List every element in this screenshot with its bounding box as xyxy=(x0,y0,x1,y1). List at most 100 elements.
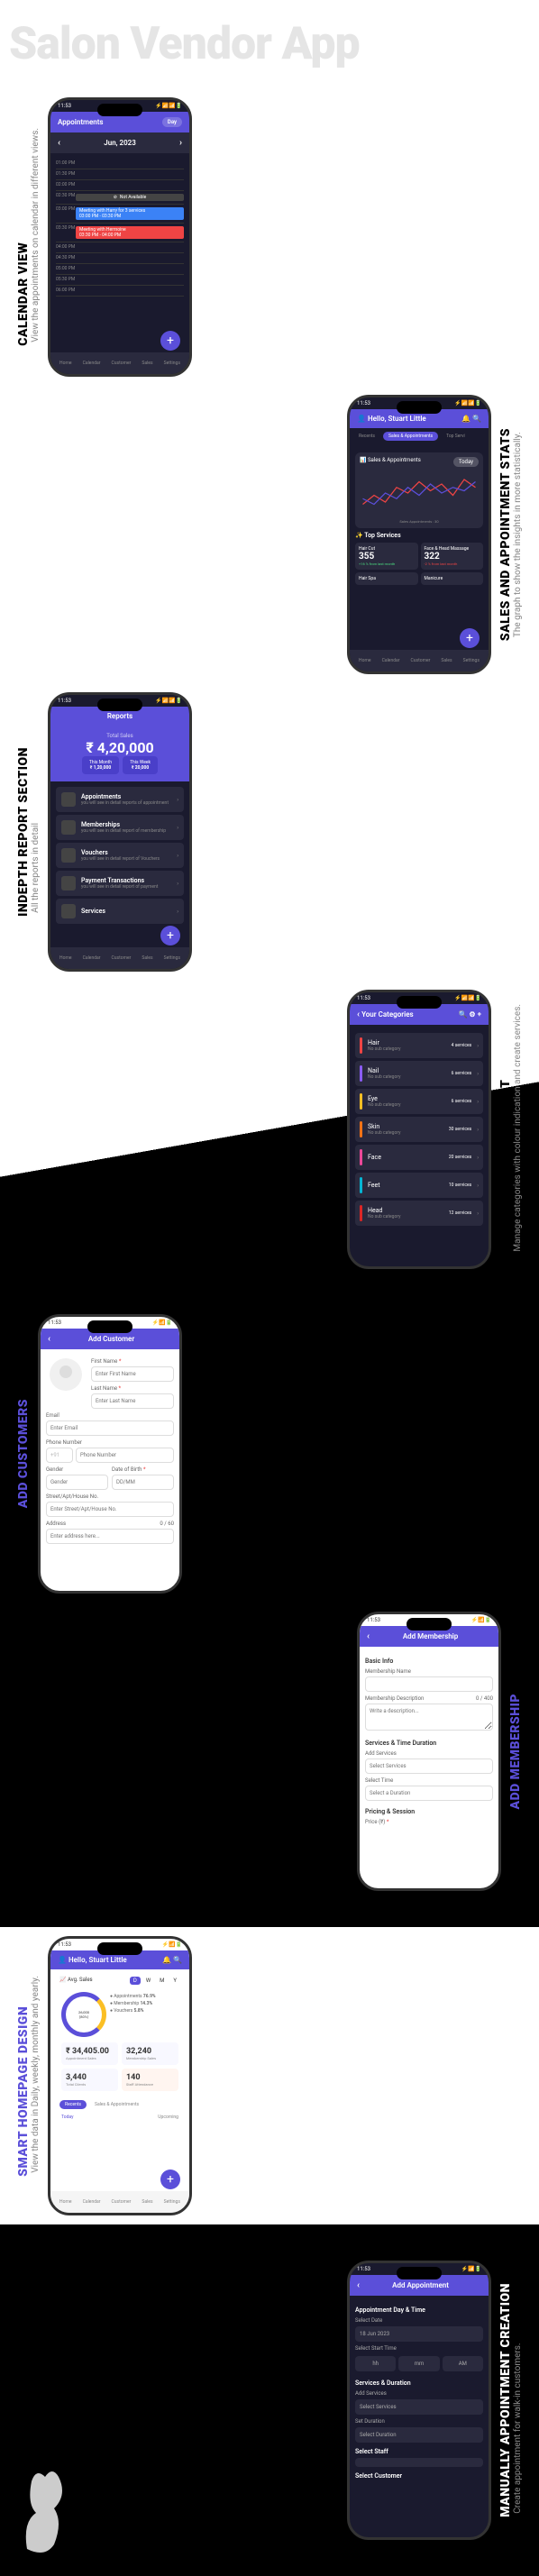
nav-sales[interactable]: Sales xyxy=(142,2199,152,2205)
nav-settings[interactable]: Settings xyxy=(164,955,180,961)
filter-icon[interactable]: ⚙ xyxy=(469,1010,475,1019)
duration-select[interactable] xyxy=(365,1786,493,1801)
nav-sales[interactable]: Sales xyxy=(142,361,152,366)
nav-sales[interactable]: Sales xyxy=(441,658,452,663)
clients-card[interactable]: 3,440Total Clients xyxy=(61,2069,118,2091)
search-icon[interactable]: 🔍 xyxy=(458,1010,467,1019)
categories-body: HairNo sub category4 services› NailNo su… xyxy=(350,1025,489,1234)
nav-calendar[interactable]: Calendar xyxy=(83,955,101,961)
tab-weekly[interactable]: W xyxy=(142,1977,154,1985)
street-input[interactable] xyxy=(46,1502,174,1517)
avatar-upload[interactable] xyxy=(50,1358,82,1391)
nav-home[interactable]: Home xyxy=(59,2199,71,2205)
category-item[interactable]: Feet10 services› xyxy=(355,1173,483,1198)
minute-select[interactable]: mm xyxy=(398,2356,439,2371)
tab-recents[interactable]: Recents xyxy=(353,432,380,441)
hour-select[interactable]: hh xyxy=(355,2356,396,2371)
caption-add-customer: ADD CUSTOMERS xyxy=(9,1399,38,1508)
add-button[interactable]: + xyxy=(160,2170,180,2189)
nav-calendar[interactable]: Calendar xyxy=(83,2199,101,2205)
tab-daily[interactable]: D xyxy=(130,1977,141,1985)
back-button[interactable]: ‹ xyxy=(367,1631,370,1641)
service-card[interactable]: Face & Head Massage322-2 % from last mon… xyxy=(421,543,484,570)
back-button[interactable]: ‹ xyxy=(357,1009,360,1019)
today-tab[interactable]: Today xyxy=(61,2115,73,2120)
char-count: 0 / 60 xyxy=(160,1521,174,1527)
email-input[interactable] xyxy=(46,1420,174,1436)
service-card[interactable]: Hair Cut355+16 % from last month xyxy=(355,543,418,570)
upcoming-tab[interactable]: Upcoming xyxy=(158,2115,178,2120)
staff-card[interactable]: 140Staff Attendance xyxy=(122,2069,178,2091)
chevron-left-icon[interactable]: ‹ xyxy=(58,138,60,148)
report-item[interactable]: Membershipsyou will see in detail report… xyxy=(56,815,184,840)
appointment-event[interactable]: Meeting with Hermoine03:30 PM - 04:00 PM xyxy=(76,226,184,239)
mem-sales-card[interactable]: 32,240Membership Sales xyxy=(122,2042,178,2065)
phone-input[interactable] xyxy=(76,1448,174,1463)
view-toggle[interactable]: Day xyxy=(162,117,182,127)
duration-select[interactable]: Select Duration xyxy=(355,2427,483,2443)
search-icon[interactable]: 🔍 xyxy=(173,1956,182,1964)
tab-monthly[interactable]: M xyxy=(156,1977,168,1985)
tab-yearly[interactable]: Y xyxy=(169,1977,180,1985)
staff-select[interactable] xyxy=(355,2458,483,2467)
nav-home[interactable]: Home xyxy=(59,361,71,366)
back-button[interactable]: ‹ xyxy=(357,2280,360,2290)
service-card[interactable]: Manicure xyxy=(421,572,484,585)
tab-recents[interactable]: Recents xyxy=(59,2100,87,2109)
search-icon[interactable]: 🔍 xyxy=(472,415,481,423)
tab-top[interactable]: Top Servi xyxy=(441,432,470,441)
nav-home[interactable]: Home xyxy=(359,658,370,663)
nav-home[interactable]: Home xyxy=(59,955,71,961)
services-select[interactable]: Select Services xyxy=(355,2399,483,2415)
firstname-input[interactable] xyxy=(91,1366,174,1382)
address-input[interactable] xyxy=(46,1529,174,1544)
report-item[interactable]: Payment Transactionsyou will see in deta… xyxy=(56,871,184,896)
add-icon[interactable]: + xyxy=(478,1010,481,1019)
time-slot: 05:00 PM xyxy=(56,266,76,272)
category-item[interactable]: NailNo sub category6 services› xyxy=(355,1061,483,1086)
add-button[interactable]: + xyxy=(460,628,480,648)
today-pill[interactable]: Today xyxy=(453,457,479,467)
dob-input[interactable] xyxy=(112,1475,174,1490)
category-item[interactable]: SkinNo sub category30 services› xyxy=(355,1117,483,1142)
tab-sales[interactable]: Sales & Appointments xyxy=(383,432,438,441)
nav-customer[interactable]: Customer xyxy=(411,658,431,663)
appt-sales-card[interactable]: ₹ 34,405.00Appointment Sales xyxy=(61,2042,118,2065)
services-select[interactable] xyxy=(365,1758,493,1774)
nav-customer[interactable]: Customer xyxy=(112,955,132,961)
nav-calendar[interactable]: Calendar xyxy=(382,658,400,663)
nav-customer[interactable]: Customer xyxy=(112,361,132,366)
report-item[interactable]: Vouchersyou will see in detail report of… xyxy=(56,843,184,868)
chevron-right-icon[interactable]: › xyxy=(179,138,182,148)
nav-settings[interactable]: Settings xyxy=(164,2199,180,2205)
appointment-event[interactable]: Meeting with Harry for 3 services03:00 P… xyxy=(76,207,184,220)
add-button[interactable]: + xyxy=(160,926,180,945)
category-item[interactable]: HairNo sub category4 services› xyxy=(355,1033,483,1058)
bell-icon[interactable]: 🔔 xyxy=(461,415,470,423)
category-item[interactable]: EyeNo sub category6 services› xyxy=(355,1089,483,1114)
back-button[interactable]: ‹ xyxy=(48,1334,50,1344)
week-stat: This Week₹ 20,000 xyxy=(123,756,158,774)
nav-customer[interactable]: Customer xyxy=(112,2199,132,2205)
add-button[interactable]: + xyxy=(160,331,180,351)
month-picker[interactable]: ‹ Jun, 2023 › xyxy=(50,132,189,153)
date-picker[interactable]: 18 Jun 2023 xyxy=(355,2326,483,2342)
report-item[interactable]: Appointmentsyou will see in detail repor… xyxy=(56,787,184,812)
nav-calendar[interactable]: Calendar xyxy=(83,361,101,366)
nav-settings[interactable]: Settings xyxy=(463,658,480,663)
name-input[interactable] xyxy=(365,1676,493,1692)
nav-sales[interactable]: Sales xyxy=(142,955,152,961)
bell-icon[interactable]: 🔔 xyxy=(162,1956,171,1964)
gender-select[interactable] xyxy=(46,1475,108,1490)
service-card[interactable]: Hair Spa xyxy=(355,572,418,585)
report-item[interactable]: Services› xyxy=(56,899,184,924)
category-item[interactable]: Face20 services› xyxy=(355,1145,483,1170)
desc-input[interactable] xyxy=(365,1704,493,1731)
country-code[interactable] xyxy=(46,1448,73,1463)
ampm-select[interactable]: AM xyxy=(443,2356,483,2371)
lastname-input[interactable] xyxy=(91,1393,174,1409)
nav-settings[interactable]: Settings xyxy=(164,361,180,366)
tab-sales[interactable]: Sales & Appointments xyxy=(89,2100,144,2109)
category-item[interactable]: HeadNo sub category12 services› xyxy=(355,1201,483,1226)
notch xyxy=(87,1320,132,1333)
